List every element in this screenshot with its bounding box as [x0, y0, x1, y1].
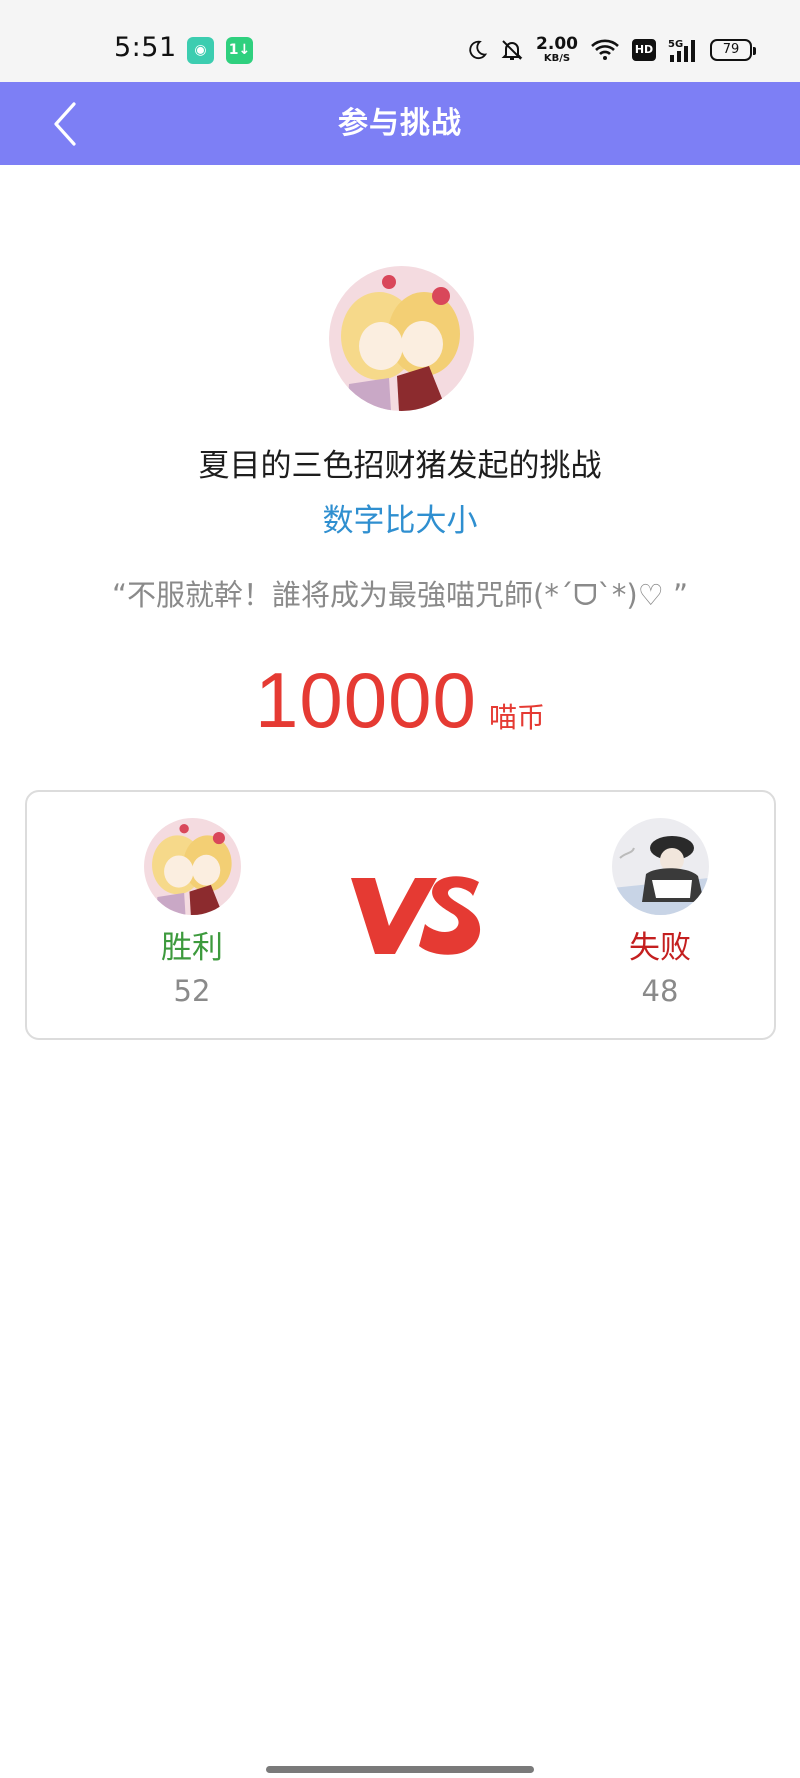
challenge-initiator: 夏目的三色招财猪发起的挑战: [198, 448, 602, 484]
player-left-score: 52: [173, 974, 211, 1008]
status-time: 5:51: [114, 32, 177, 63]
player-left-result: 胜利: [161, 930, 223, 966]
player-right: 失败 48: [570, 818, 750, 1009]
result-card: 胜利 52 失败 48: [25, 790, 776, 1040]
app-download-icon: 1↓: [226, 37, 253, 64]
network-speed: 2.00 KB/S: [536, 36, 578, 64]
wager-unit: 喵币: [488, 701, 545, 734]
player-right-result: 失败: [629, 930, 691, 966]
challenger-avatar[interactable]: [329, 266, 474, 411]
app-notification-icon: ◉: [187, 37, 214, 64]
hd-voice-badge: HD: [632, 39, 656, 61]
app-header: 参与挑战: [0, 82, 800, 165]
wifi-icon: [590, 38, 620, 62]
page-title: 参与挑战: [338, 106, 462, 141]
wager: 10000 喵币: [0, 655, 800, 746]
player-right-avatar[interactable]: [611, 818, 709, 915]
game-name-link[interactable]: 数字比大小: [0, 495, 800, 540]
bell-off-icon: [500, 38, 524, 62]
signal-icon: 5G: [668, 37, 698, 63]
vs-mark: [351, 876, 481, 955]
status-bar: 5:51 ◉ 1↓ 2.00 KB/S HD 5G 79: [0, 0, 800, 82]
svg-text:5G: 5G: [668, 39, 683, 50]
wager-amount: 10000: [255, 656, 477, 744]
speed-unit: KB/S: [543, 53, 571, 64]
player-left: 胜利 52: [102, 818, 282, 1009]
moon-icon: [466, 39, 488, 61]
player-right-score: 48: [641, 974, 679, 1008]
home-indicator[interactable]: [266, 1766, 534, 1773]
battery-indicator: 79: [710, 39, 756, 61]
status-icons: 2.00 KB/S HD 5G 79: [466, 33, 756, 67]
player-left-avatar[interactable]: [143, 818, 241, 915]
speed-value: 2.00: [536, 34, 578, 54]
challenge-motto: “不服就幹！誰将成为最強喵咒師(*ˊᗜˋ*)♡ ”: [112, 578, 688, 612]
